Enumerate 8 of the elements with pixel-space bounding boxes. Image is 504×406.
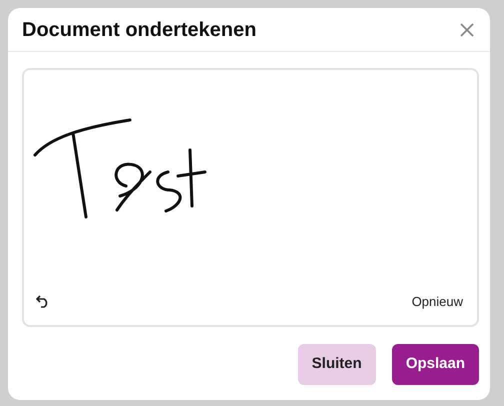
close-dialog-button[interactable]: Sluiten bbox=[298, 344, 376, 385]
undo-button[interactable] bbox=[36, 294, 50, 308]
dialog-title: Document ondertekenen bbox=[22, 18, 256, 42]
save-button[interactable]: Opslaan bbox=[392, 344, 479, 385]
signature-pad[interactable]: Opnieuw bbox=[22, 68, 479, 327]
reset-link[interactable]: Opnieuw bbox=[412, 292, 463, 311]
undo-icon bbox=[36, 294, 50, 308]
close-icon bbox=[460, 22, 474, 36]
